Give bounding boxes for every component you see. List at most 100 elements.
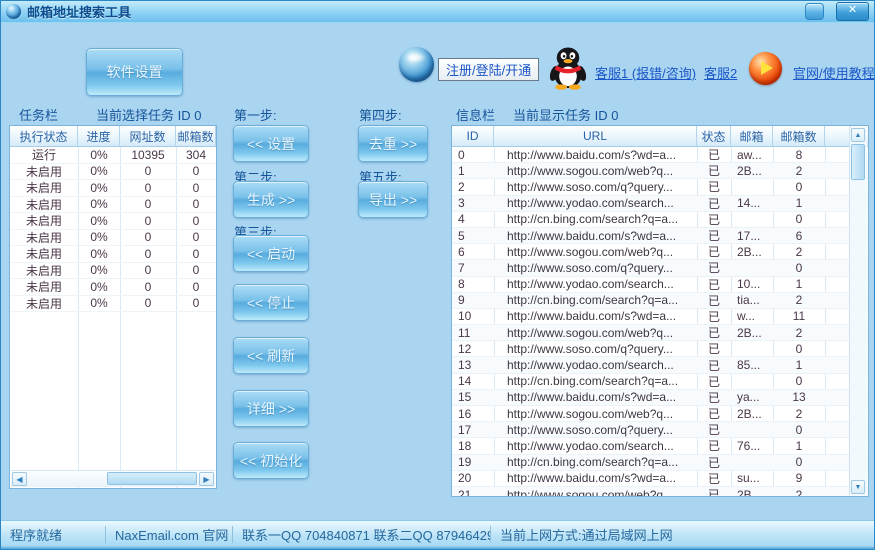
cell: 17 [458,422,472,437]
table-row[interactable]: 14 http://cn.bing.com/search?q=a... 已 0 [452,374,868,390]
table-row[interactable]: 13 http://www.yodao.com/search... 已 85... 1 [452,357,868,374]
cell: 4 [458,212,465,227]
cell: aw... [737,147,762,162]
dedupe-button[interactable]: 去重 >> [358,125,428,162]
cell [731,212,773,227]
table-row[interactable]: 8 http://www.yodao.com/search... 已 10... 1 [452,277,868,293]
cell [825,228,851,243]
cell: 20 [458,471,472,486]
header-row[interactable]: 执行状态 进度 网址数 邮箱数 [10,126,216,146]
step1-label: 第一步: [234,108,277,123]
cell: 邮箱数 [176,126,216,146]
status-bar: 程序就绪 NaxEmail.com 官网 联系一QQ 704840871 联系二… [1,520,874,548]
cell: 3 [458,196,465,211]
initialize-button[interactable]: << 初始化 [233,442,309,479]
cell [825,309,851,324]
cell: 已 [707,277,720,292]
cell: http://www.soso.com/q?query... [507,422,673,437]
start-button[interactable]: << 启动 [233,235,309,272]
table-row[interactable]: 未启用 0% 0 0 [10,197,216,213]
table-row[interactable]: 未启用 0% 0 0 [10,296,216,312]
scroll-up-icon[interactable]: ▲ [851,128,865,142]
cell: 2 [795,325,803,340]
scrollbar-thumb[interactable] [851,144,865,180]
cell [825,293,851,308]
info-table-body: 0 http://www.baidu.com/s?wd=a... 已 aw... 8 1 h… [452,147,868,496]
export-button[interactable]: 导出 >> [358,181,428,218]
cell: http://www.yodao.com/search... [507,438,674,453]
cell [825,147,851,162]
header-row[interactable]: ID URL 状态 邮箱 邮箱数 [452,126,851,146]
cell: 状态 [697,126,731,146]
table-row[interactable]: 0 http://www.baidu.com/s?wd=a... 已 aw... 8 [452,147,868,164]
cell: 11 [458,325,471,340]
cell: 2 [458,179,465,194]
cell: 11 [792,309,806,324]
cell: 未启用 [25,280,62,295]
table-row[interactable]: 运行 0% 10395 304 [10,147,216,164]
table-row[interactable]: 19 http://cn.bing.com/search?q=a... 已 0 [452,454,868,471]
scroll-right-icon[interactable]: ▶ [199,472,214,486]
table-row[interactable]: 未启用 0% 0 0 [10,164,216,180]
cell: 已 [707,229,720,244]
cell [731,374,773,389]
table-row[interactable]: 12 http://www.soso.com/q?query... 已 0 [452,341,868,358]
table-row[interactable]: 16 http://www.sogou.com/web?q... 已 2B... 2 [452,406,868,423]
detail-button[interactable]: 详细 >> [233,390,309,427]
refresh-button[interactable]: << 刷新 [233,337,309,374]
cell [825,438,851,453]
cell: 0 [192,246,200,261]
table-row[interactable]: 21 http://www.sogou.com/web?q... 已 2B... 2 [452,486,868,496]
cell: 0 [192,279,200,294]
table-row[interactable]: 15 http://www.baidu.com/s?wd=a... 已 ya... 13 [452,389,868,406]
scroll-down-icon[interactable]: ▼ [851,480,865,494]
play-tutorial-icon[interactable] [749,52,782,85]
setup-button[interactable]: << 设置 [233,125,309,162]
stop-button[interactable]: << 停止 [233,284,309,321]
table-row[interactable]: 2 http://www.soso.com/q?query... 已 0 [452,179,868,196]
table-row[interactable]: 11 http://www.sogou.com/web?q... 已 2B... 2 [452,325,868,342]
table-row[interactable]: 9 http://cn.bing.com/search?q=a... 已 tia...… [452,292,868,309]
cell: 10... [737,277,761,292]
service2-link[interactable]: 客服2 [704,63,737,82]
cell: 邮箱数 [773,126,825,146]
horizontal-scrollbar[interactable]: ◀ ▶ [11,470,215,487]
website-tutorial-link[interactable]: 官网/使用教程 [793,63,874,82]
table-row[interactable]: 1 http://www.sogou.com/web?q... 已 2B... 2 [452,163,868,180]
settings-button[interactable]: 软件设置 [86,48,183,96]
minimize-button[interactable] [805,3,824,20]
table-row[interactable]: 未启用 0% 0 0 [10,279,216,296]
table-row[interactable]: 10 http://www.baidu.com/s?wd=a... 已 w... 11 [452,309,868,326]
table-row[interactable]: 5 http://www.baidu.com/s?wd=a... 已 17... 6 [452,227,868,245]
table-row[interactable]: 未启用 0% 0 0 [10,230,216,246]
generate-button[interactable]: 生成 >> [233,181,309,218]
network-globe-icon [399,47,434,82]
scroll-left-icon[interactable]: ◀ [12,472,27,486]
table-row[interactable]: 未启用 0% 0 0 [10,246,216,263]
cell: http://www.yodao.com/search... [507,277,674,292]
table-row[interactable]: 3 http://www.yodao.com/search... 已 14... 1 [452,195,868,212]
table-row[interactable]: 未启用 0% 0 0 [10,213,216,230]
close-button[interactable]: ✕ [836,2,869,21]
cell [825,126,851,146]
table-row[interactable]: 6 http://www.sogou.com/web?q... 已 2B... 2 [452,244,868,261]
cell: 已 [707,309,720,324]
vertical-scrollbar[interactable]: ▲ ▼ [849,127,867,495]
info-panel-title: 信息栏 [456,108,496,123]
service1-link[interactable]: 客服1 (报错/咨询) [595,63,696,82]
table-row[interactable]: 17 http://www.soso.com/q?query... 已 0 [452,422,868,439]
cell: 13 [792,390,806,405]
table-row[interactable]: 20 http://www.baidu.com/s?wd=a... 已 su... 9 [452,471,868,487]
cell: 8 [795,147,803,162]
cell: 0 [458,147,465,162]
cell [825,277,851,292]
table-row[interactable]: 未启用 0% 0 0 [10,263,216,279]
register-login-button[interactable]: 注册/登陆/开通 [438,58,540,81]
cell: 2B... [737,163,762,178]
table-row[interactable]: 4 http://cn.bing.com/search?q=a... 已 0 [452,212,868,228]
scrollbar-thumb[interactable] [107,472,197,485]
table-row[interactable]: 18 http://www.yodao.com/search... 已 76... 1 [452,438,868,455]
table-row[interactable]: 未启用 0% 0 0 [10,180,216,197]
cell: 0 [795,374,803,389]
table-row[interactable]: 7 http://www.soso.com/q?query... 已 0 [452,260,868,277]
